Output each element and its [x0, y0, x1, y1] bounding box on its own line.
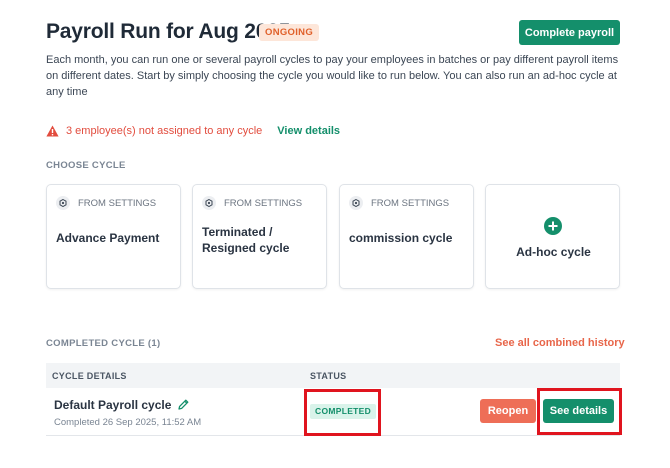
card-tag: FROM SETTINGS [56, 196, 156, 210]
settings-icon [202, 196, 216, 210]
settings-icon [56, 196, 70, 210]
page-description: Each month, you can run one or several p… [46, 54, 619, 98]
warning-row: 3 employee(s) not assigned to any cycle … [46, 125, 340, 137]
status-badge: ONGOING [259, 24, 320, 41]
table-header: CYCLE DETAILS STATUS [46, 363, 620, 388]
settings-icon [349, 196, 363, 210]
completed-cycle-label: COMPLETED CYCLE (1) [46, 338, 161, 349]
column-header-status: STATUS [310, 371, 347, 381]
see-details-highlight-box [537, 388, 622, 435]
card-tag-label: FROM SETTINGS [78, 197, 157, 209]
card-tag: FROM SETTINGS [202, 196, 302, 210]
warning-icon [46, 125, 59, 137]
card-name: commission cycle [349, 231, 453, 245]
page-title: Payroll Run for Aug 2025 [46, 20, 291, 43]
card-name: Terminated / Resigned cycle [202, 225, 290, 255]
cycle-card-terminated-resigned[interactable]: FROM SETTINGS Terminated / Resigned cycl… [192, 184, 327, 289]
status-highlight-box [304, 389, 381, 436]
card-tag-label: FROM SETTINGS [371, 197, 450, 209]
card-name: Advance Payment [56, 231, 160, 245]
plus-circle-icon [544, 217, 562, 235]
card-tag: FROM SETTINGS [349, 196, 449, 210]
reopen-button[interactable]: Reopen [480, 399, 536, 423]
complete-payroll-button[interactable]: Complete payroll [519, 20, 620, 45]
adhoc-cycle-card[interactable]: Ad-hoc cycle [485, 184, 620, 289]
cycle-completed-date: Completed 26 Sep 2025, 11:52 AM [54, 417, 202, 428]
edit-pencil-icon[interactable] [177, 398, 190, 411]
combined-history-link[interactable]: See all combined history [495, 337, 625, 349]
cycle-name: Default Payroll cycle [54, 398, 172, 412]
card-tag-label: FROM SETTINGS [224, 197, 303, 209]
cycle-card-commission[interactable]: FROM SETTINGS commission cycle [339, 184, 474, 289]
view-details-link[interactable]: View details [277, 125, 340, 137]
cycle-card-advance-payment[interactable]: FROM SETTINGS Advance Payment [46, 184, 181, 289]
warning-text: 3 employee(s) not assigned to any cycle [66, 125, 263, 137]
adhoc-cycle-label: Ad-hoc cycle [516, 245, 591, 259]
column-header-cycle-details: CYCLE DETAILS [52, 371, 127, 381]
choose-cycle-label: CHOOSE CYCLE [46, 160, 126, 171]
